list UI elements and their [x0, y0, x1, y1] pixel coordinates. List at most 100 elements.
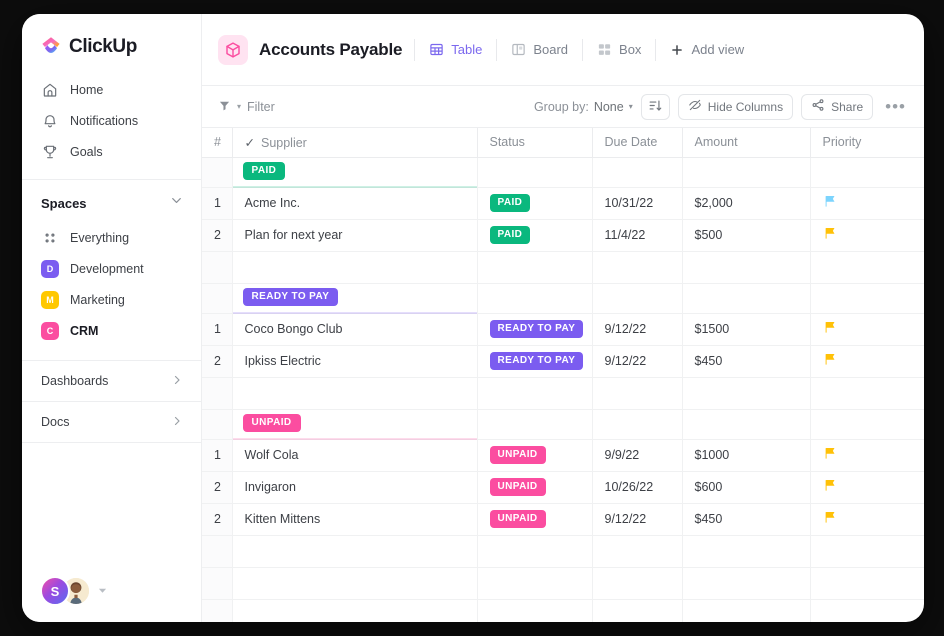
row-index-cell: 1: [202, 313, 233, 346]
due-date-cell[interactable]: 9/9/22: [592, 439, 683, 472]
status-badge[interactable]: READY TO PAY: [489, 352, 584, 370]
amount-cell[interactable]: $450: [682, 345, 811, 378]
group-badge-cell[interactable]: PAID: [232, 157, 478, 188]
group-badge-cell[interactable]: UNPAID: [232, 409, 478, 440]
sidebar-item-everything[interactable]: Everything: [22, 222, 201, 253]
amount-cell[interactable]: $500: [682, 219, 811, 252]
supplier-cell[interactable]: Kitten Mittens: [232, 503, 478, 536]
group-badge-cell[interactable]: READY TO PAY: [232, 283, 478, 314]
column-header-index[interactable]: #: [202, 128, 233, 158]
table-row[interactable]: 2 Kitten Mittens UNPAID 9/12/22 $450: [202, 503, 924, 536]
brand-name: ClickUp: [69, 36, 137, 57]
table-row[interactable]: 1 Wolf Cola UNPAID 9/9/22 $1000: [202, 439, 924, 472]
ellipsis-icon[interactable]: •••: [881, 98, 910, 115]
sidebar-item-development[interactable]: D Development: [22, 253, 201, 284]
share-icon: [811, 98, 825, 115]
sidebar-item-crm[interactable]: C CRM: [22, 315, 201, 346]
priority-cell[interactable]: [810, 219, 924, 252]
status-cell[interactable]: READY TO PAY: [477, 345, 593, 378]
status-cell[interactable]: PAID: [477, 187, 593, 220]
status-badge[interactable]: UNPAID: [489, 446, 546, 464]
amount-cell[interactable]: $600: [682, 471, 811, 504]
chevron-right-icon[interactable]: [171, 415, 183, 430]
sidebar-item-dashboards[interactable]: Dashboards: [22, 361, 201, 401]
supplier-cell[interactable]: Wolf Cola: [232, 439, 478, 472]
due-date-cell[interactable]: 9/12/22: [592, 503, 683, 536]
status-cell[interactable]: UNPAID: [477, 471, 593, 504]
priority-cell[interactable]: [810, 187, 924, 220]
status-cell[interactable]: UNPAID: [477, 439, 593, 472]
supplier-cell[interactable]: Acme Inc.: [232, 187, 478, 220]
empty-cell: [592, 599, 683, 622]
amount-cell[interactable]: $2,000: [682, 187, 811, 220]
column-header-priority[interactable]: Priority: [810, 128, 924, 158]
status-badge[interactable]: UNPAID: [489, 478, 546, 496]
status-badge[interactable]: PAID: [489, 194, 531, 212]
column-header-supplier[interactable]: ✓ Supplier: [232, 128, 478, 158]
status-cell[interactable]: PAID: [477, 219, 593, 252]
priority-cell[interactable]: [810, 313, 924, 346]
column-header-status[interactable]: Status: [477, 128, 593, 158]
priority-cell[interactable]: [810, 503, 924, 536]
sidebar-item-notifications[interactable]: Notifications: [22, 105, 201, 136]
table-row[interactable]: 1 Coco Bongo Club READY TO PAY 9/12/22 $1500: [202, 313, 924, 346]
filter-button[interactable]: ▾ Filter: [218, 99, 275, 115]
hide-columns-label: Hide Columns: [707, 99, 784, 114]
status-badge[interactable]: PAID: [489, 226, 531, 244]
group-by-control[interactable]: Group by: None ▾: [534, 100, 633, 114]
due-date-cell[interactable]: 11/4/22: [592, 219, 683, 252]
supplier-cell[interactable]: Invigaron: [232, 471, 478, 504]
amount-cell[interactable]: $450: [682, 503, 811, 536]
group-status-badge[interactable]: READY TO PAY: [242, 288, 339, 306]
status-badge[interactable]: READY TO PAY: [489, 320, 584, 338]
status-badge[interactable]: UNPAID: [489, 510, 546, 528]
group-by-value: None: [593, 99, 624, 114]
table-row[interactable]: 1 Acme Inc. PAID 10/31/22 $2,000: [202, 187, 924, 220]
sort-button[interactable]: [640, 93, 670, 120]
spaces-header[interactable]: Spaces: [22, 184, 201, 222]
supplier-cell[interactable]: Plan for next year: [232, 219, 478, 252]
empty-cell: [592, 567, 683, 600]
share-button[interactable]: Share: [801, 93, 874, 120]
sidebar-item-marketing[interactable]: M Marketing: [22, 284, 201, 315]
priority-cell[interactable]: [810, 439, 924, 472]
table-row[interactable]: 2 Invigaron UNPAID 10/26/22 $600: [202, 471, 924, 504]
sidebar-item-docs[interactable]: Docs: [22, 402, 201, 442]
due-date-cell[interactable]: 9/12/22: [592, 345, 683, 378]
amount-cell[interactable]: $1000: [682, 439, 811, 472]
sidebar-item-home[interactable]: Home: [22, 74, 201, 105]
user-avatar-group[interactable]: S: [40, 576, 107, 606]
column-header-due-date[interactable]: Due Date: [592, 128, 683, 158]
supplier-cell[interactable]: Coco Bongo Club: [232, 313, 478, 346]
due-date-cell[interactable]: 9/12/22: [592, 313, 683, 346]
priority-cell[interactable]: [810, 345, 924, 378]
supplier-cell[interactable]: Ipkiss Electric: [232, 345, 478, 378]
status-cell[interactable]: UNPAID: [477, 503, 593, 536]
row-index-cell: 1: [202, 187, 233, 220]
add-view-button[interactable]: Add view: [656, 35, 758, 65]
tab-board[interactable]: Board: [497, 35, 582, 65]
empty-cell: [810, 283, 924, 314]
group-underline: [232, 185, 477, 188]
table-row[interactable]: 2 Ipkiss Electric READY TO PAY 9/12/22 $450: [202, 345, 924, 378]
chevron-down-icon[interactable]: [170, 194, 183, 212]
priority-cell[interactable]: [810, 471, 924, 504]
space-label: Everything: [70, 230, 130, 245]
sidebar-item-goals[interactable]: Goals: [22, 136, 201, 167]
due-date-cell[interactable]: 10/26/22: [592, 471, 683, 504]
tab-box[interactable]: Box: [583, 35, 655, 65]
table-row[interactable]: 2 Plan for next year PAID 11/4/22 $500: [202, 219, 924, 252]
avatar[interactable]: S: [40, 576, 70, 606]
status-cell[interactable]: READY TO PAY: [477, 313, 593, 346]
brand-logo[interactable]: ClickUp: [22, 14, 201, 62]
group-status-badge[interactable]: PAID: [242, 162, 286, 180]
amount-cell[interactable]: $1500: [682, 313, 811, 346]
due-date-cell[interactable]: 10/31/22: [592, 187, 683, 220]
caret-down-icon[interactable]: [98, 582, 107, 600]
clickup-logo-icon: [40, 36, 62, 58]
column-header-amount[interactable]: Amount: [682, 128, 811, 158]
chevron-right-icon[interactable]: [171, 374, 183, 389]
hide-columns-button[interactable]: Hide Columns: [677, 93, 794, 120]
group-status-badge[interactable]: UNPAID: [242, 414, 301, 432]
tab-table[interactable]: Table: [415, 35, 496, 65]
